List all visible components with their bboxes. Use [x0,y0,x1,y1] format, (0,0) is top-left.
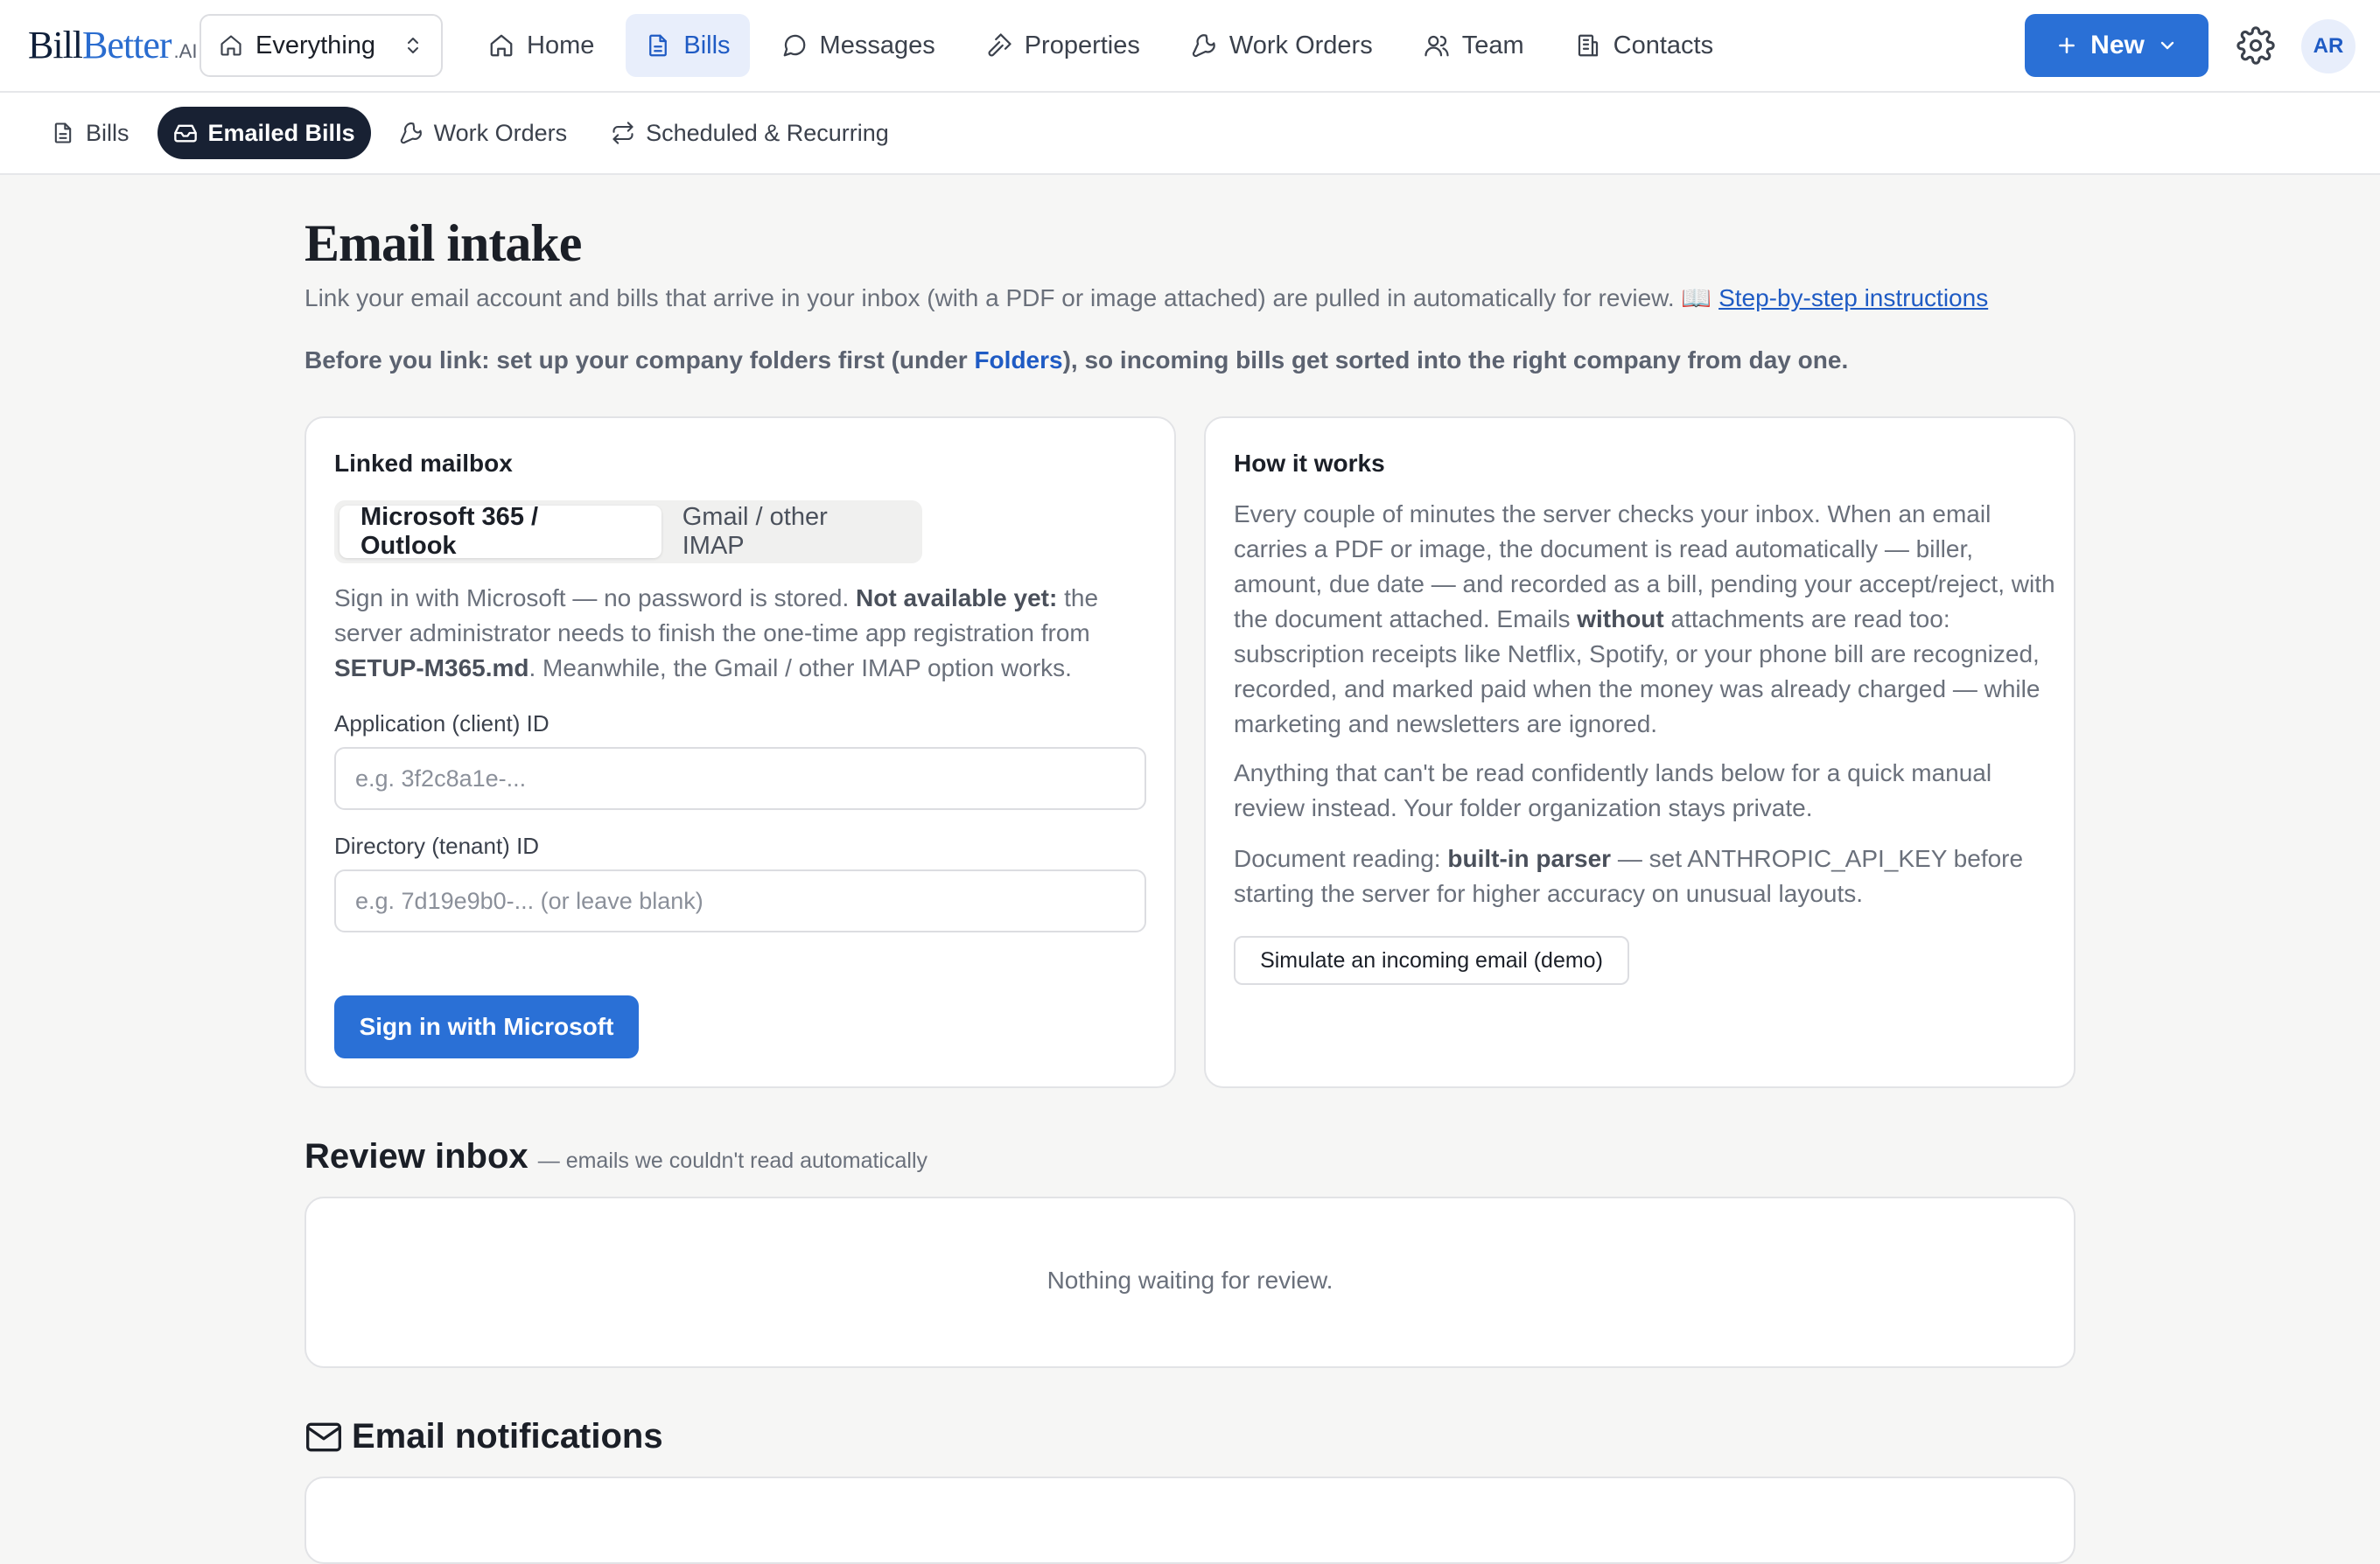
brand-logo[interactable]: Bill Better .AI [28,23,197,67]
email-notifications-heading: Email notifications [352,1417,663,1456]
how-paragraph-2: Anything that can't be read confidently … [1234,759,1992,821]
nav-work-orders[interactable]: Work Orders [1172,14,1392,77]
nav-home[interactable]: Home [469,14,613,77]
review-inbox-title: Review inbox — emails we couldn't read a… [304,1137,928,1176]
sign-in-microsoft-button[interactable]: Sign in with Microsoft [334,995,639,1058]
document-icon [51,121,75,145]
nav-bills[interactable]: Bills [626,14,750,77]
nav-work-orders-label: Work Orders [1228,31,1373,59]
nav-bills-label: Bills [683,31,731,59]
chevron-up-down-icon [402,35,424,56]
scope-selector[interactable]: Everything [200,14,443,77]
wrench-icon [1191,32,1217,59]
home-icon [488,32,514,59]
logo-bill: Bill [28,24,83,66]
main-nav: Home Bills Messages Properties Work Orde… [469,14,1732,77]
notice-pre: Before you link: set up your company fol… [304,346,975,374]
document-icon [645,32,671,59]
sub-nav: Bills Emailed Bills Work Orders Schedule… [35,107,905,159]
avatar[interactable]: AR [2301,19,2356,73]
chat-bubble-icon [781,32,808,59]
hammer-icon [986,32,1012,59]
nav-contacts[interactable]: Contacts [1556,14,1732,77]
inbox-icon [173,121,198,145]
how-paragraph-3: Document reading: built-in parser — set … [1234,841,2056,911]
sub-nav-bar: Bills Emailed Bills Work Orders Schedule… [0,93,2380,175]
page-title: Email intake [304,214,582,272]
nav-home-label: Home [527,31,595,59]
repeat-icon [611,121,635,145]
how-it-works-card: How it works Every couple of minutes the… [1204,416,2076,1088]
subnav-scheduled-recurring[interactable]: Scheduled & Recurring [595,107,905,159]
how-p3-parser: built-in parser [1447,845,1612,872]
client-id-input[interactable] [334,747,1146,810]
desc-part-1: Sign in with Microsoft — no password is … [334,584,857,611]
building-icon [1575,32,1601,59]
new-button[interactable]: New [2025,14,2208,77]
gear-icon[interactable] [2236,26,2275,65]
nav-contacts-label: Contacts [1613,31,1714,59]
desc-setup-file: SETUP-M365.md [334,654,529,681]
how-paragraph-1: Every couple of minutes the server check… [1234,497,2056,742]
tenant-id-label: Directory (tenant) ID [334,833,540,859]
instructions-link[interactable]: Step-by-step instructions [1718,284,1988,311]
wrench-icon [399,121,424,145]
top-bar: Bill Better .AI Everything Home Bills Mess… [0,0,2380,93]
email-notifications-card [304,1477,2076,1564]
home-icon [219,33,243,58]
how-it-works-title: How it works [1234,450,1385,477]
intro-copy: Link your email account and bills that a… [304,284,1712,311]
tenant-id-input[interactable] [334,869,1146,932]
desc-part-3: . Meanwhile, the Gmail / other IMAP opti… [528,654,1072,681]
subnav-bills-label: Bills [86,119,130,146]
subnav-emailed-bills[interactable]: Emailed Bills [157,107,371,159]
logo-better: Better [82,24,172,66]
microsoft-description: Sign in with Microsoft — no password is … [334,581,1157,686]
intro-text: Link your email account and bills that a… [304,283,1988,312]
subnav-work-orders-label: Work Orders [433,119,568,146]
nav-team[interactable]: Team [1404,14,1544,77]
review-inbox-card: Nothing waiting for review. [304,1197,2076,1368]
simulate-email-button[interactable]: Simulate an incoming email (demo) [1234,936,1629,985]
provider-tabs: Microsoft 365 / Outlook Gmail / other IM… [334,500,922,563]
nav-properties[interactable]: Properties [967,14,1159,77]
chevron-down-icon [2157,35,2178,56]
review-empty-state: Nothing waiting for review. [1046,1267,1334,1294]
email-notifications-title: Email notifications [304,1417,663,1456]
nav-messages-label: Messages [819,31,935,59]
users-icon [1424,32,1450,59]
desc-not-available: Not available yet: [856,584,1058,611]
subnav-emailed-bills-label: Emailed Bills [207,119,355,146]
review-inbox-subtitle: — emails we couldn't read automatically [537,1149,928,1173]
subnav-scheduled-recurring-label: Scheduled & Recurring [646,119,889,146]
folders-notice: Before you link: set up your company fol… [304,346,1848,374]
mail-icon [304,1418,343,1456]
folders-link[interactable]: Folders [974,346,1062,374]
client-id-label: Application (client) ID [334,710,550,737]
how-p3-part-a: Document reading: [1234,845,1448,872]
scope-label: Everything [256,31,376,59]
subnav-bills[interactable]: Bills [35,107,145,159]
how-p1-without: without [1577,605,1664,632]
new-button-label: New [2090,31,2145,59]
subnav-work-orders[interactable]: Work Orders [383,107,584,159]
plus-icon [2055,34,2078,57]
nav-messages[interactable]: Messages [762,14,955,77]
tab-gmail-imap[interactable]: Gmail / other IMAP [662,503,917,560]
nav-team-label: Team [1461,31,1524,59]
logo-ai: .AI [173,40,198,62]
tab-microsoft-365[interactable]: Microsoft 365 / Outlook [340,503,662,560]
notice-post: ), so incoming bills get sorted into the… [1062,346,1849,374]
nav-properties-label: Properties [1024,31,1140,59]
linked-mailbox-title: Linked mailbox [334,450,513,477]
review-inbox-heading: Review inbox [304,1137,528,1176]
linked-mailbox-card: Linked mailbox Microsoft 365 / Outlook G… [304,416,1176,1088]
